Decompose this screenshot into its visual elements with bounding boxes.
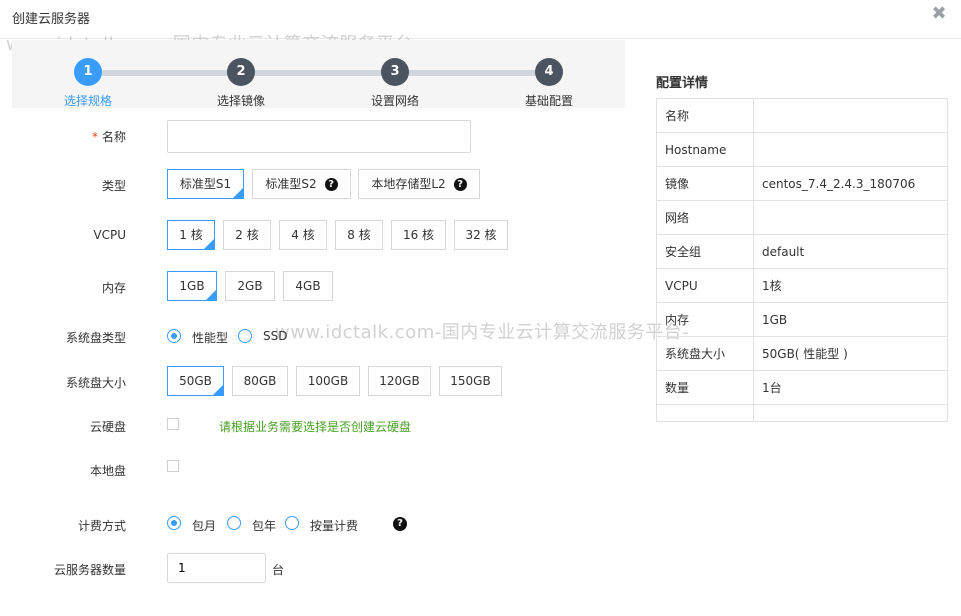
local-disk-row: 本地盘 bbox=[0, 460, 640, 478]
step-label: 设置网络 bbox=[370, 94, 419, 108]
type-row: 类型 标准型S1 标准型S2? 本地存储型L2? bbox=[0, 169, 640, 201]
disk-size-option-100[interactable]: 100GB bbox=[296, 366, 360, 396]
vcpu-option-16[interactable]: 16 核 bbox=[391, 220, 446, 250]
step-label: 选择规格 bbox=[63, 94, 112, 108]
details-row: 数量 1台 bbox=[656, 370, 948, 405]
type-option-s2[interactable]: 标准型S2? bbox=[252, 169, 351, 199]
details-row: 名称 bbox=[656, 98, 948, 133]
billing-radio-yearly[interactable] bbox=[227, 516, 241, 530]
billing-radio-monthly[interactable] bbox=[167, 516, 181, 530]
type-label: 类型 bbox=[101, 179, 126, 193]
cloud-disk-hint: 请根据业务需要选择是否创建云硬盘 bbox=[219, 420, 412, 434]
billing-row: 计费方式 包月 包年 按量计费 ? bbox=[0, 515, 640, 535]
disk-type-radio-ssd[interactable] bbox=[238, 329, 252, 343]
step-3[interactable]: 3 设置网络 bbox=[345, 58, 445, 109]
step-label: 选择镜像 bbox=[216, 94, 265, 108]
details-row: 内存 1GB bbox=[656, 302, 948, 337]
type-option-s1[interactable]: 标准型S1 bbox=[167, 169, 244, 199]
quantity-unit: 台 bbox=[272, 563, 285, 577]
memory-option-1gb[interactable]: 1GB bbox=[167, 271, 217, 301]
vcpu-option-32[interactable]: 32 核 bbox=[454, 220, 508, 250]
step-track bbox=[100, 70, 562, 76]
details-table: 名称 Hostname 镜像 centos_7.4_2.4.3_180706 网络… bbox=[656, 98, 948, 422]
close-icon[interactable]: ✖ bbox=[931, 5, 947, 23]
disk-size-row: 系统盘大小 50GB 80GB 100GB 120GB 150GB bbox=[0, 366, 640, 398]
billing-option-label: 包年 bbox=[252, 519, 277, 533]
details-row: 镜像 centos_7.4_2.4.3_180706 bbox=[656, 166, 948, 201]
dialog-title: 创建云服务器 bbox=[12, 12, 91, 27]
cloud-disk-row: 云硬盘 请根据业务需要选择是否创建云硬盘 bbox=[0, 417, 640, 434]
disk-type-row: 系统盘类型 性能型 SSD bbox=[0, 327, 640, 347]
step-number: 3 bbox=[381, 58, 409, 86]
memory-option-4gb[interactable]: 4GB bbox=[283, 271, 333, 301]
type-option-l2[interactable]: 本地存储型L2? bbox=[358, 169, 480, 199]
details-row: 网络 bbox=[656, 200, 948, 235]
step-number: 2 bbox=[227, 58, 255, 86]
quantity-label: 云服务器数量 bbox=[53, 563, 126, 577]
step-number: 4 bbox=[535, 58, 563, 86]
vcpu-option-1[interactable]: 1 核 bbox=[167, 220, 215, 250]
local-disk-checkbox[interactable] bbox=[167, 460, 179, 472]
disk-type-option-label: SSD bbox=[263, 329, 288, 343]
vcpu-option-8[interactable]: 8 核 bbox=[335, 220, 383, 250]
vcpu-row: VCPU 1 核 2 核 4 核 8 核 16 核 32 核 bbox=[0, 220, 640, 252]
step-4[interactable]: 4 基础配置 bbox=[499, 58, 599, 109]
vcpu-label: VCPU bbox=[93, 228, 126, 242]
details-row: VCPU 1核 bbox=[656, 268, 948, 303]
cloud-disk-checkbox[interactable] bbox=[167, 418, 179, 430]
details-row: 系统盘大小 50GB( 性能型 ) bbox=[656, 336, 948, 371]
disk-size-option-80[interactable]: 80GB bbox=[232, 366, 288, 396]
memory-label: 内存 bbox=[101, 281, 126, 295]
disk-type-option-label: 性能型 bbox=[192, 331, 229, 345]
vcpu-option-2[interactable]: 2 核 bbox=[223, 220, 271, 250]
help-icon: ? bbox=[453, 178, 467, 191]
details-row-empty bbox=[656, 404, 948, 422]
disk-size-option-120[interactable]: 120GB bbox=[368, 366, 431, 396]
quantity-row: 云服务器数量 台 bbox=[0, 553, 640, 583]
billing-option-label: 包月 bbox=[192, 519, 217, 533]
memory-option-2gb[interactable]: 2GB bbox=[225, 271, 275, 301]
billing-option-label: 按量计费 bbox=[310, 519, 359, 533]
vcpu-option-4[interactable]: 4 核 bbox=[279, 220, 327, 250]
disk-type-label: 系统盘类型 bbox=[65, 331, 126, 345]
disk-size-label: 系统盘大小 bbox=[65, 376, 126, 390]
name-input[interactable] bbox=[167, 120, 471, 153]
details-row: Hostname bbox=[656, 132, 948, 167]
name-row: * 名称 bbox=[0, 120, 640, 154]
disk-size-option-150[interactable]: 150GB bbox=[439, 366, 502, 396]
step-progress: 1 选择规格 2 选择镜像 3 设置网络 4 基础配置 bbox=[12, 40, 625, 108]
billing-label: 计费方式 bbox=[77, 519, 126, 533]
step-number: 1 bbox=[74, 58, 102, 86]
step-label: 基础配置 bbox=[524, 94, 573, 108]
step-2[interactable]: 2 选择镜像 bbox=[191, 58, 291, 109]
cloud-disk-label: 云硬盘 bbox=[89, 420, 126, 434]
quantity-input[interactable] bbox=[167, 553, 266, 583]
help-icon: ? bbox=[324, 178, 338, 191]
memory-row: 内存 1GB 2GB 4GB bbox=[0, 271, 640, 303]
disk-size-option-50[interactable]: 50GB bbox=[167, 366, 224, 396]
help-icon[interactable]: ? bbox=[393, 517, 407, 531]
name-label: * 名称 bbox=[91, 130, 126, 144]
step-1[interactable]: 1 选择规格 bbox=[38, 58, 138, 109]
billing-radio-payg[interactable] bbox=[285, 516, 299, 530]
disk-type-radio-performance[interactable] bbox=[167, 329, 181, 343]
local-disk-label: 本地盘 bbox=[89, 464, 126, 478]
details-title: 配置详情 bbox=[656, 76, 709, 91]
details-row: 安全组 default bbox=[656, 234, 948, 269]
